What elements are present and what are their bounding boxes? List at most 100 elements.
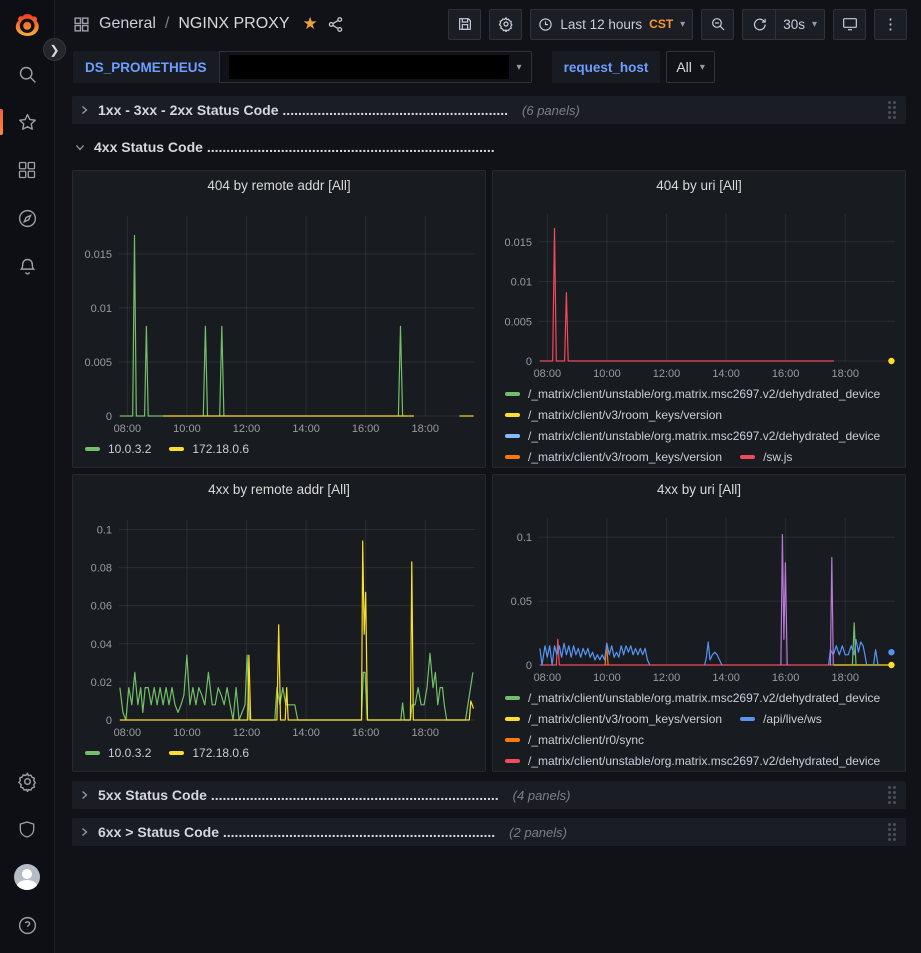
row-drag-handle[interactable] (888, 823, 896, 841)
configuration-gear-icon[interactable] (11, 765, 43, 797)
legend-item[interactable]: 172.18.0.6 (169, 746, 249, 760)
legend-item[interactable]: /_matrix/client/unstable/org.matrix.msc2… (505, 754, 880, 768)
svg-text:0.05: 0.05 (511, 596, 532, 608)
refresh-button[interactable] (742, 9, 775, 40)
request-host-variable-dropdown[interactable]: All ▾ (666, 51, 715, 83)
share-icon[interactable] (327, 16, 344, 33)
panel-legend: 10.0.3.2 172.18.0.6 (73, 744, 485, 760)
svg-text:0.08: 0.08 (91, 563, 112, 575)
legend-series-color-dash (505, 392, 520, 396)
help-icon[interactable] (11, 909, 43, 941)
search-icon[interactable] (11, 58, 43, 90)
panel-header[interactable]: 4xx by uri [All] (493, 475, 905, 504)
legend-series-label: /_matrix/client/v3/room_keys/version (528, 450, 722, 464)
refresh-group: 30s ▾ (742, 9, 825, 40)
sidebar-item-alerting[interactable] (11, 250, 43, 282)
dashboard-title[interactable]: NGINX PROXY (178, 15, 289, 33)
chevron-right-icon (78, 789, 90, 801)
panel-4xx-by-remote-addr-all-: 4xx by remote addr [All]08:0010:0012:001… (72, 474, 486, 772)
nav-sidebar (0, 0, 55, 953)
svg-text:14:00: 14:00 (292, 727, 320, 739)
panel-title: 404 by uri [All] (656, 178, 742, 193)
expand-sidebar-chevron-icon[interactable]: ❯ (43, 38, 66, 61)
time-range-label: Last 12 hours (560, 17, 642, 32)
request-host-variable-value: All (676, 59, 692, 75)
legend-series-color-dash (505, 738, 520, 742)
svg-text:0.015: 0.015 (84, 249, 112, 261)
legend-series-label: /_matrix/client/r0/sync (528, 733, 644, 747)
legend-series-label: /_matrix/client/unstable/org.matrix.msc2… (528, 754, 880, 768)
svg-text:16:00: 16:00 (352, 423, 380, 435)
row-header-4xx[interactable]: 4xx Status Code ........................… (72, 133, 906, 161)
dashboard-canvas: 1xx - 3xx - 2xx Status Code ............… (55, 92, 921, 953)
refresh-interval-label: 30s (783, 17, 805, 32)
legend-item[interactable]: /api/live/ws (740, 712, 822, 726)
datasource-variable-dropdown[interactable]: ▾ (219, 51, 532, 83)
sidebar-item-dashboards[interactable] (11, 154, 43, 186)
panel-title: 4xx by remote addr [All] (208, 482, 350, 497)
svg-text:10:00: 10:00 (173, 727, 201, 739)
row-panel-count: (6 panels) (522, 103, 580, 118)
chevron-down-icon: ▾ (812, 19, 817, 30)
clock-icon (538, 17, 553, 32)
svg-text:16:00: 16:00 (772, 672, 800, 684)
legend-series-color-dash (85, 447, 100, 451)
legend-series-label: 172.18.0.6 (192, 746, 249, 760)
legend-item[interactable]: /_matrix/client/unstable/org.matrix.msc2… (505, 691, 880, 705)
legend-item[interactable]: 10.0.3.2 (85, 746, 151, 760)
legend-item[interactable]: 172.18.0.6 (169, 442, 249, 456)
legend-item[interactable]: /_matrix/client/v3/room_keys/version (505, 408, 722, 422)
sidebar-bottom-group (11, 749, 43, 941)
time-range-picker[interactable]: Last 12 hours CST ▾ (530, 9, 693, 40)
tv-mode-button[interactable] (833, 9, 866, 40)
legend-series-color-dash (505, 717, 520, 721)
svg-text:18:00: 18:00 (831, 368, 859, 380)
chevron-right-icon (78, 104, 90, 116)
dashboard-topbar: General / NGINX PROXY ★ Last 12 hours CS… (55, 0, 921, 48)
row-header-5xx[interactable]: 5xx Status Code ........................… (72, 781, 906, 809)
svg-text:0: 0 (106, 715, 112, 727)
user-avatar[interactable] (11, 861, 43, 893)
svg-text:12:00: 12:00 (653, 672, 681, 684)
svg-text:08:00: 08:00 (114, 727, 142, 739)
row-header-6xx[interactable]: 6xx > Status Code ......................… (72, 818, 906, 846)
legend-series-label: /_matrix/client/unstable/org.matrix.msc2… (528, 429, 880, 443)
server-admin-shield-icon[interactable] (11, 813, 43, 845)
legend-item[interactable]: /_matrix/client/unstable/org.matrix.msc2… (505, 387, 880, 401)
chevron-down-icon: ▾ (680, 19, 685, 30)
timeseries-plot[interactable]: 08:0010:0012:0014:0016:0018:0000.020.040… (73, 504, 485, 744)
sidebar-item-explore[interactable] (11, 202, 43, 234)
legend-item[interactable]: /_matrix/client/r0/sync (505, 733, 644, 747)
panel-header[interactable]: 404 by uri [All] (493, 171, 905, 200)
save-dashboard-button[interactable] (448, 9, 481, 40)
kebab-menu-button[interactable]: ⋮ (874, 9, 907, 40)
panel-legend: /_matrix/client/unstable/org.matrix.msc2… (493, 689, 905, 768)
row-header-1xx-3xx-2xx[interactable]: 1xx - 3xx - 2xx Status Code ............… (72, 96, 906, 124)
panel-header[interactable]: 404 by remote addr [All] (73, 171, 485, 200)
panel-4xx-by-uri-all-: 4xx by uri [All]08:0010:0012:0014:0016:0… (492, 474, 906, 772)
variables-submenu: DS_PROMETHEUS ▾ request_host All ▾ (55, 48, 921, 92)
legend-item[interactable]: /_matrix/client/unstable/org.matrix.msc2… (505, 429, 880, 443)
zoom-out-time-button[interactable] (701, 9, 734, 40)
legend-item[interactable]: 10.0.3.2 (85, 442, 151, 456)
favorite-star-icon[interactable]: ★ (303, 14, 318, 34)
zoom-out-icon (710, 16, 726, 32)
row-drag-handle[interactable] (888, 101, 896, 119)
grafana-logo-icon[interactable] (11, 10, 43, 42)
refresh-interval-picker[interactable]: 30s ▾ (775, 9, 825, 40)
sidebar-item-starred[interactable] (11, 106, 43, 138)
svg-text:14:00: 14:00 (712, 672, 740, 684)
legend-item[interactable]: /sw.js (740, 450, 792, 464)
legend-item[interactable]: /_matrix/client/v3/room_keys/version (505, 450, 722, 464)
main-area: General / NGINX PROXY ★ Last 12 hours CS… (55, 0, 921, 953)
breadcrumb-section[interactable]: General (99, 15, 156, 33)
svg-text:0.005: 0.005 (84, 357, 112, 369)
timeseries-plot[interactable]: 08:0010:0012:0014:0016:0018:0000.050.1 (493, 504, 905, 689)
redacted-datasource-value (229, 55, 509, 79)
timeseries-plot[interactable]: 08:0010:0012:0014:0016:0018:0000.0050.01… (73, 200, 485, 440)
row-drag-handle[interactable] (888, 786, 896, 804)
panel-header[interactable]: 4xx by remote addr [All] (73, 475, 485, 504)
timeseries-plot[interactable]: 08:0010:0012:0014:0016:0018:0000.0050.01… (493, 200, 905, 385)
dashboard-settings-button[interactable] (489, 9, 522, 40)
legend-item[interactable]: /_matrix/client/v3/room_keys/version (505, 712, 722, 726)
